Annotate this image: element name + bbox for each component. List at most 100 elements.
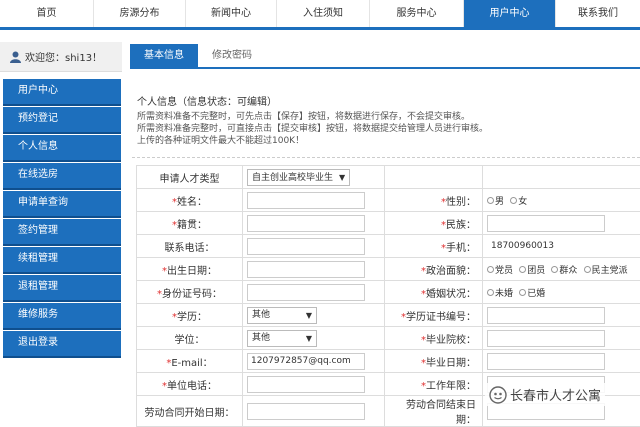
school-label: 毕业院校： xyxy=(426,334,476,346)
certificate-number-input[interactable] xyxy=(487,306,605,324)
sidebar-item-checkout[interactable]: 退租管理 xyxy=(3,275,121,302)
sidebar: 用户中心 预约登记 个人信息 在线选房 申请单查询 签约管理 续租管理 退租管理… xyxy=(3,79,121,359)
sidebar-item-contract[interactable]: 签约管理 xyxy=(3,219,121,246)
mobile-input[interactable]: 18700960013 xyxy=(487,237,605,255)
radio-icon xyxy=(519,288,527,296)
name-input[interactable] xyxy=(247,191,365,209)
ethnicity-input[interactable] xyxy=(487,214,605,232)
chevron-down-icon: ▼ xyxy=(305,333,312,343)
birth-date-input[interactable] xyxy=(247,260,365,278)
wechat-logo-icon xyxy=(489,385,507,404)
notes: 所需资料准备不完整时，可先点击【保存】按钮，将数据进行保存，不会提交审核。 所需… xyxy=(137,111,488,147)
note-line: 所需资料准备完整时，可直接点击【提交审核】按钮，将数据提交给管理人员进行审核。 xyxy=(137,124,489,134)
nav-housing[interactable]: 房源分布 xyxy=(94,0,186,27)
sidebar-item-renewal[interactable]: 续租管理 xyxy=(3,247,121,274)
email-input[interactable]: 1207972857@qq.com xyxy=(247,352,365,370)
mobile-label: 手机： xyxy=(446,242,476,254)
contract-end-label: 劳动合同结束日期： xyxy=(384,395,483,427)
radio-label: 已婚 xyxy=(527,288,546,299)
radio-label: 男 xyxy=(495,196,505,207)
welcome-text: 欢迎您：shi13！ xyxy=(25,53,103,64)
education-value: 其他 xyxy=(252,309,271,320)
radio-icon xyxy=(487,288,494,296)
chevron-down-icon: ▼ xyxy=(305,310,312,320)
nav-news[interactable]: 新闻中心 xyxy=(186,0,277,27)
radio-icon xyxy=(519,265,527,273)
phone-input[interactable] xyxy=(247,237,365,255)
note-line: 上传的各种证明文件最大不能超过100K！ xyxy=(137,136,305,146)
political-status-label: 政治面貌： xyxy=(426,265,476,277)
radio-icon xyxy=(510,196,518,204)
political-radio-league[interactable]: 团员 xyxy=(519,263,545,276)
education-label: 学历： xyxy=(177,311,207,323)
sidebar-item-personal-info[interactable]: 个人信息 xyxy=(3,135,121,162)
degree-label: 学位： xyxy=(136,326,243,350)
marital-radio-married[interactable]: 已婚 xyxy=(519,286,545,299)
birth-date-label: 出生日期： xyxy=(167,265,217,277)
political-radio-masses[interactable]: 群众 xyxy=(551,263,577,276)
contract-start-input[interactable] xyxy=(247,402,365,420)
sidebar-item-repair[interactable]: 维修服务 xyxy=(3,303,121,330)
nav-home[interactable]: 首页 xyxy=(0,0,94,27)
work-phone-input[interactable] xyxy=(247,375,365,393)
graduation-date-input[interactable] xyxy=(487,352,605,370)
sidebar-item-online-selection[interactable]: 在线选房 xyxy=(3,163,121,190)
sidebar-item-logout[interactable]: 退出登录 xyxy=(3,331,121,358)
user-icon xyxy=(10,51,21,63)
radio-label: 团员 xyxy=(527,265,546,276)
radio-icon xyxy=(487,265,494,273)
chevron-down-icon: ▼ xyxy=(339,172,346,182)
sidebar-item-user-center[interactable]: 用户中心 xyxy=(3,79,121,106)
email-label: E-mail： xyxy=(171,357,213,369)
tab-change-password[interactable]: 修改密码 xyxy=(198,44,266,67)
radio-label: 未婚 xyxy=(495,288,514,299)
talent-type-select[interactable]: 自主创业高校毕业生 ▼ xyxy=(247,168,351,186)
radio-label: 女 xyxy=(518,196,528,207)
gender-radio-male[interactable]: 男 xyxy=(487,194,504,207)
tab-basic-info[interactable]: 基本信息 xyxy=(130,44,198,67)
form-row: *姓名： *性别： 男 女 xyxy=(136,188,640,212)
degree-select[interactable]: 其他 ▼ xyxy=(247,329,317,347)
talent-type-label: 申请人才类型 xyxy=(136,165,243,189)
form-row: *E-mail： 1207972857@qq.com *毕业日期： xyxy=(136,349,640,373)
sidebar-item-appointment[interactable]: 预约登记 xyxy=(3,107,121,134)
form-row: *身份证号码： *婚姻状况： 未婚 已婚 xyxy=(136,280,640,304)
form-row: *籍贯： *民族： xyxy=(136,211,640,235)
radio-label: 党员 xyxy=(495,265,514,276)
nav-contact[interactable]: 联系我们 xyxy=(556,0,640,27)
form-row: 申请人才类型 自主创业高校毕业生 ▼ xyxy=(136,165,640,189)
gender-label: 性别： xyxy=(446,196,476,208)
radio-label: 民主党派 xyxy=(591,265,628,276)
education-select[interactable]: 其他 ▼ xyxy=(247,306,317,324)
work-phone-label: 单位电话： xyxy=(167,380,217,392)
watermark-text: 长春市人才公寓 xyxy=(510,389,602,404)
political-radio-democratic[interactable]: 民主党派 xyxy=(583,263,628,276)
nav-checkin-guide[interactable]: 入住须知 xyxy=(277,0,370,27)
phone-label: 联系电话： xyxy=(136,234,243,258)
form-row: 联系电话： *手机： 18700960013 xyxy=(136,234,640,258)
welcome-bar: 欢迎您：shi13！ xyxy=(0,42,122,72)
radio-icon xyxy=(551,265,559,273)
sidebar-item-application-query[interactable]: 申请单查询 xyxy=(3,191,121,218)
divider xyxy=(132,157,640,158)
radio-icon xyxy=(583,265,591,273)
nav-service[interactable]: 服务中心 xyxy=(370,0,464,27)
graduation-date-label: 毕业日期： xyxy=(426,357,476,369)
id-number-input[interactable] xyxy=(247,283,365,301)
form-row: *学历： 其他 ▼ *学历证书编号： xyxy=(136,303,640,327)
marital-status-label: 婚姻状况： xyxy=(426,288,476,300)
political-radio-party[interactable]: 党员 xyxy=(487,263,513,276)
marital-radio-single[interactable]: 未婚 xyxy=(487,286,513,299)
school-input[interactable] xyxy=(487,329,605,347)
nav-user-center[interactable]: 用户中心 xyxy=(464,0,556,27)
radio-icon xyxy=(487,196,494,204)
watermark: 长春市人才公寓 xyxy=(485,383,606,406)
native-place-label: 籍贯： xyxy=(177,219,207,231)
contract-start-label: 劳动合同开始日期： xyxy=(136,395,243,427)
radio-label: 群众 xyxy=(559,265,578,276)
certificate-number-label: 学历证书编号： xyxy=(406,311,476,323)
tab-bar: 基本信息 修改密码 xyxy=(130,44,640,69)
top-nav: 首页 房源分布 新闻中心 入住须知 服务中心 用户中心 联系我们 xyxy=(0,0,640,30)
native-place-input[interactable] xyxy=(247,214,365,232)
gender-radio-female[interactable]: 女 xyxy=(510,194,527,207)
